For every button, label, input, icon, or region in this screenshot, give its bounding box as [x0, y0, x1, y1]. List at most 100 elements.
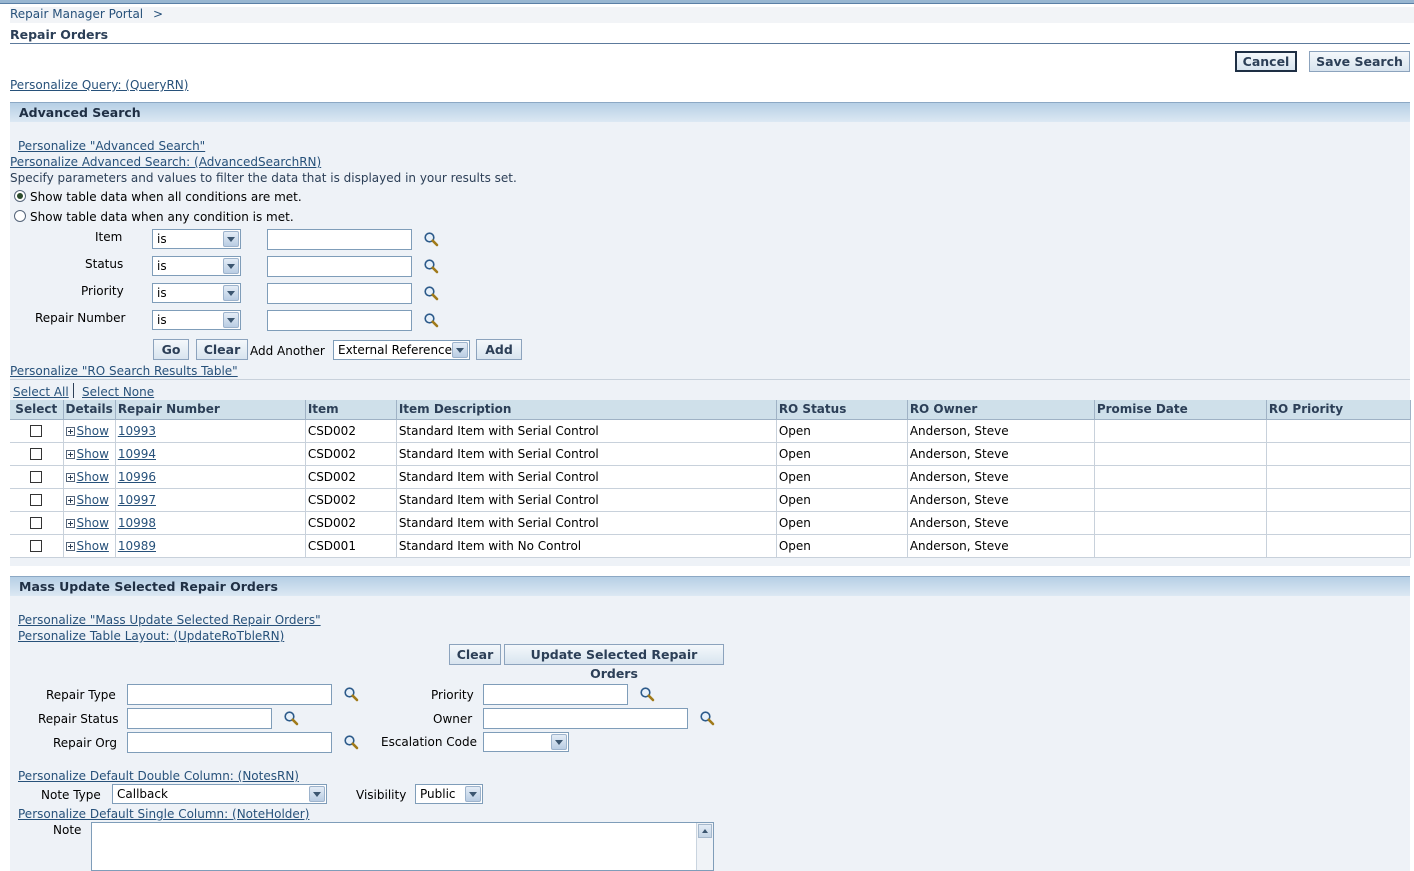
search-icon[interactable] [343, 686, 359, 702]
owner-cell: Anderson, Steve [907, 419, 1095, 443]
repair-status-label: Repair Status [38, 712, 119, 726]
row-select-checkbox[interactable] [30, 425, 43, 437]
note-type-value: Callback [117, 787, 168, 801]
search-icon[interactable] [343, 734, 359, 750]
update-selected-button[interactable]: Update Selected Repair Orders [504, 644, 724, 681]
expand-plus-icon[interactable] [65, 472, 75, 482]
row-select-checkbox[interactable] [30, 471, 43, 483]
repair-type-input[interactable] [127, 684, 332, 705]
expand-plus-icon[interactable] [65, 426, 75, 436]
show-details-link[interactable]: Show [77, 470, 109, 484]
search-icon[interactable] [423, 312, 439, 328]
column-header[interactable]: RO Status [776, 400, 908, 420]
clear-update-button[interactable]: Clear [449, 644, 501, 665]
personalize-advanced-search-rn-link[interactable]: Personalize Advanced Search: (AdvancedSe… [10, 155, 321, 169]
row-select-checkbox[interactable] [30, 494, 43, 506]
expand-plus-icon[interactable] [65, 541, 75, 551]
save-search-button[interactable]: Save Search [1309, 51, 1410, 72]
note-type-select[interactable]: Callback [112, 784, 327, 804]
status-cell: Open [776, 419, 908, 443]
table-header-row: Select Details Repair Number Item Item D… [10, 400, 1412, 420]
owner-cell: Anderson, Steve [907, 442, 1095, 466]
row-select-checkbox[interactable] [30, 540, 43, 552]
status-value-input[interactable] [267, 256, 412, 277]
repair-number-link[interactable]: 10994 [118, 447, 156, 461]
repair-number-value-input[interactable] [267, 310, 412, 331]
priority-value-input[interactable] [267, 283, 412, 304]
show-details-link[interactable]: Show [77, 493, 109, 507]
table-row: Show 10997 CSD002 Standard Item with Ser… [10, 488, 1412, 512]
visibility-select[interactable]: Public [415, 784, 483, 804]
show-details-link[interactable]: Show [77, 447, 109, 461]
repair-org-input[interactable] [127, 732, 332, 753]
status-cell: Open [776, 442, 908, 466]
show-details-link[interactable]: Show [77, 516, 109, 530]
scroll-up-icon[interactable] [698, 824, 712, 838]
breadcrumb-portal-link[interactable]: Repair Manager Portal [10, 7, 143, 21]
update-priority-input[interactable] [483, 684, 628, 705]
column-header[interactable]: Item Description [396, 400, 777, 420]
escalation-code-select[interactable] [483, 732, 569, 752]
note-scrollbar[interactable] [696, 823, 713, 870]
repair-number-link[interactable]: 10997 [118, 493, 156, 507]
item-value-input[interactable] [267, 229, 412, 250]
select-none-link[interactable]: Select None [82, 385, 154, 399]
personalize-results-table-link[interactable]: Personalize "RO Search Results Table" [10, 364, 238, 378]
expand-plus-icon[interactable] [65, 518, 75, 528]
repair-number-operator-select[interactable]: is [152, 310, 241, 330]
chevron-down-icon [223, 285, 239, 301]
column-header[interactable]: Promise Date [1094, 400, 1267, 420]
personalize-advanced-search-link[interactable]: Personalize "Advanced Search" [18, 139, 205, 153]
personalize-table-layout-link[interactable]: Personalize Table Layout: (UpdateRoTbleR… [18, 629, 284, 643]
priority-cell [1266, 534, 1412, 558]
add-another-select[interactable]: External Reference [333, 340, 470, 360]
repair-number-link[interactable]: 10998 [118, 516, 156, 530]
personalize-note-holder-link[interactable]: Personalize Default Single Column: (Note… [18, 807, 309, 821]
column-header[interactable]: Repair Number [115, 400, 306, 420]
radio-all-conditions[interactable] [14, 190, 26, 202]
search-icon[interactable] [423, 285, 439, 301]
search-icon[interactable] [423, 258, 439, 274]
search-icon[interactable] [639, 686, 655, 702]
column-header[interactable]: Item [305, 400, 397, 420]
description-cell: Standard Item with Serial Control [396, 465, 777, 489]
column-header[interactable]: RO Priority [1266, 400, 1412, 420]
select-all-link[interactable]: Select All [13, 385, 69, 399]
personalize-query-link[interactable]: Personalize Query: (QueryRN) [10, 78, 188, 92]
advanced-search-header: Advanced Search [10, 102, 1410, 122]
add-another-value: External Reference [338, 343, 453, 357]
repair-status-input[interactable] [127, 708, 272, 729]
row-select-checkbox[interactable] [30, 517, 43, 529]
owner-input[interactable] [483, 708, 688, 729]
show-details-link[interactable]: Show [77, 424, 109, 438]
search-icon[interactable] [283, 710, 299, 726]
priority-operator-select[interactable]: is [152, 283, 241, 303]
table-row: Show 10994 CSD002 Standard Item with Ser… [10, 442, 1412, 466]
repair-number-link[interactable]: 10989 [118, 539, 156, 553]
select-separator [73, 383, 74, 398]
expand-plus-icon[interactable] [65, 495, 75, 505]
owner-label: Owner [433, 712, 473, 726]
cancel-button[interactable]: Cancel [1235, 51, 1297, 72]
repair-number-label: Repair Number [35, 311, 126, 325]
add-button[interactable]: Add [476, 339, 522, 360]
personalize-mass-update-link[interactable]: Personalize "Mass Update Selected Repair… [18, 613, 321, 627]
clear-search-button[interactable]: Clear [196, 339, 248, 360]
radio-any-condition[interactable] [14, 210, 26, 222]
repair-number-link[interactable]: 10993 [118, 424, 156, 438]
results-divider [10, 379, 1410, 380]
search-icon[interactable] [699, 710, 715, 726]
show-details-link[interactable]: Show [77, 539, 109, 553]
go-button[interactable]: Go [153, 339, 189, 360]
search-icon[interactable] [423, 231, 439, 247]
repair-number-link[interactable]: 10996 [118, 470, 156, 484]
expand-plus-icon[interactable] [65, 449, 75, 459]
search-instructions: Specify parameters and values to filter … [10, 171, 517, 185]
column-header[interactable]: RO Owner [907, 400, 1095, 420]
item-operator-select[interactable]: is [152, 229, 241, 249]
note-textarea[interactable] [91, 822, 714, 871]
personalize-notes-link[interactable]: Personalize Default Double Column: (Note… [18, 769, 299, 783]
status-operator-select[interactable]: is [152, 256, 241, 276]
chevron-down-icon [223, 312, 239, 328]
row-select-checkbox[interactable] [30, 448, 43, 460]
